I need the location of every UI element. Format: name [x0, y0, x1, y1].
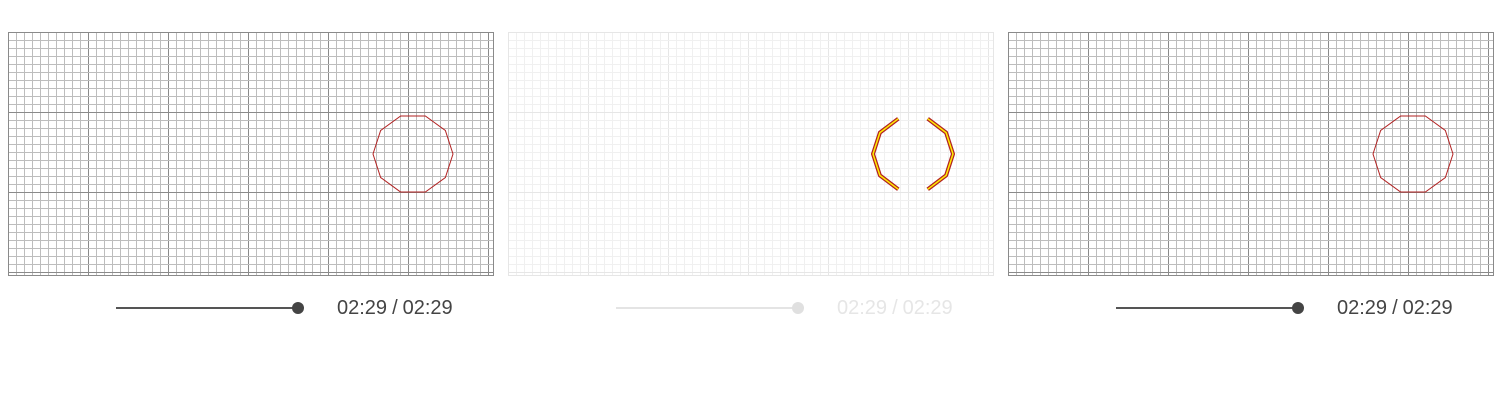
right-seek-track[interactable]: [1116, 307, 1300, 309]
right-time-separator: /: [1392, 297, 1398, 319]
canvas-border: [1008, 32, 1494, 276]
left-grid: [8, 32, 494, 276]
right-canvas: [1008, 32, 1494, 276]
left-time-display: 02:29/02:29: [337, 296, 453, 320]
left-seek-thumb[interactable]: [292, 302, 304, 314]
middle-time-display: 02:29/02:29: [837, 296, 953, 320]
left-panel: 02:29/02:29: [8, 32, 494, 328]
right-panel: 02:29/02:29: [1008, 32, 1494, 328]
right-time-display: 02:29/02:29: [1337, 296, 1453, 320]
canvas-border: [508, 32, 994, 276]
middle-canvas: [508, 32, 994, 276]
right-seek-thumb[interactable]: [1292, 302, 1304, 314]
middle-panel: 02:29/02:29: [508, 32, 994, 328]
left-canvas: [8, 32, 494, 276]
middle-grid: [508, 32, 994, 276]
right-time-total: 02:29: [1402, 297, 1453, 319]
left-time-total: 02:29: [402, 297, 453, 319]
right-playback-controls: 02:29/02:29: [1008, 284, 1494, 328]
right-time-current: 02:29: [1337, 297, 1388, 319]
middle-time-current: 02:29: [837, 297, 888, 319]
middle-playback-controls: 02:29/02:29: [508, 284, 994, 328]
left-time-current: 02:29: [337, 297, 388, 319]
middle-seek-thumb[interactable]: [792, 302, 804, 314]
middle-time-separator: /: [892, 297, 898, 319]
left-time-separator: /: [392, 297, 398, 319]
left-playback-controls: 02:29/02:29: [8, 284, 494, 328]
middle-time-total: 02:29: [902, 297, 953, 319]
canvas-border: [8, 32, 494, 276]
left-seek-track[interactable]: [116, 307, 300, 309]
right-grid: [1008, 32, 1494, 276]
middle-seek-track[interactable]: [616, 307, 800, 309]
